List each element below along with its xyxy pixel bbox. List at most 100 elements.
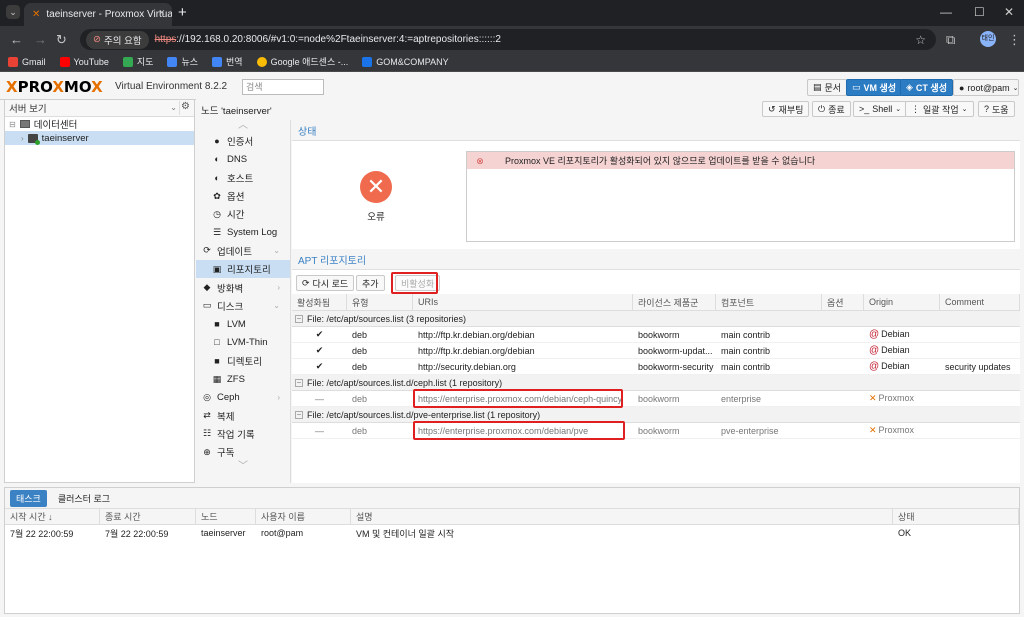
star-icon[interactable]: ☆ [915, 33, 926, 47]
table-row[interactable]: 7월 22 22:00:59 7월 22 22:00:59 taeinserve… [5, 525, 1019, 541]
menu-item-updates[interactable]: ⟳ 업데이트 ⌄ [196, 242, 290, 260]
menu-item-system-log[interactable]: ☰ System Log [196, 223, 290, 241]
collapse-icon[interactable]: − [295, 314, 303, 323]
chevron-down-icon[interactable]: ⌄ [273, 301, 280, 310]
tab-search-button[interactable]: ⌄ [6, 5, 20, 19]
menu-item-firewall[interactable]: ◆ 방화벽 › [196, 278, 290, 296]
menu-item-lvm[interactable]: ■ LVM [196, 315, 290, 333]
column-header[interactable]: 컴포넌트 [716, 294, 822, 310]
view-selector[interactable]: 서버 보기 ⌄ ⚙ [5, 100, 194, 117]
menu-item-repositories[interactable]: ▣ 리포지토리 [196, 260, 290, 279]
bookmark-gomcompany[interactable]: GOM&COMPANY [362, 56, 449, 67]
browser-tab[interactable]: ✕ taeinserver - Proxmox Virtual E × [24, 3, 172, 26]
profile-avatar[interactable]: 태인 [980, 31, 996, 47]
menu-item-hosts[interactable]: ◐ 호스트 [196, 169, 290, 187]
column-header[interactable]: Origin [864, 294, 940, 310]
column-header[interactable]: 종료 시간 [100, 509, 196, 524]
scroll-up-icon[interactable]: ︿ [196, 120, 290, 132]
menu-item-directory[interactable]: ■ 디렉토리 [196, 352, 290, 370]
chevron-right-icon[interactable]: › [277, 283, 280, 292]
column-header[interactable]: URIs [413, 294, 633, 310]
gear-icon[interactable]: ⚙ [179, 101, 191, 115]
back-arrow-icon[interactable]: ← [10, 32, 23, 47]
bookmark-translate[interactable]: 번역 [212, 55, 243, 68]
menu-item-options[interactable]: ✿ 옵션 [196, 187, 290, 205]
close-tab-icon[interactable]: × [159, 7, 165, 19]
tab-cluster-log[interactable]: 클러스터 로그 [52, 490, 116, 507]
table-row[interactable]: ✔ deb http://security.debian.org bookwor… [292, 359, 1020, 375]
new-tab-button[interactable]: + [178, 4, 187, 21]
forward-arrow-icon[interactable]: → [34, 32, 47, 47]
bookmark-adsense[interactable]: Google 애드센스 -... [256, 55, 348, 68]
menu-item-time[interactable]: ◷ 시간 [196, 205, 290, 223]
help-button[interactable]: ? 도움 [978, 101, 1015, 117]
reload-icon[interactable]: ↻ [56, 32, 67, 48]
close-window-button[interactable]: ✕ [1004, 5, 1014, 19]
menu-item-certificates[interactable]: ● 인증서 [196, 132, 290, 150]
column-header[interactable]: 상태 [893, 509, 1019, 524]
collapse-icon[interactable]: − [295, 378, 303, 387]
menu-item-subscription[interactable]: ⊕ 구독 [196, 443, 290, 461]
book-icon: ▤ [813, 82, 822, 92]
docs-button[interactable]: ▤ 문서 [807, 79, 848, 96]
chevron-down-icon: ⌄ [961, 106, 968, 113]
table-row[interactable]: ✔ deb http://ftp.kr.debian.org/debian bo… [292, 327, 1020, 343]
user-menu-button[interactable]: ● root@pam ⌄ [953, 79, 1019, 96]
collapse-toggle-icon[interactable]: ⊟ [9, 120, 16, 129]
column-header[interactable]: 설명 [351, 509, 893, 524]
bookmark-maps[interactable]: 지도 [122, 55, 153, 68]
column-header[interactable]: 옵션 [822, 294, 864, 310]
create-vm-button[interactable]: ▭ VM 생성 [846, 79, 903, 96]
expand-toggle-icon[interactable]: › [21, 134, 24, 143]
menu-item-dns[interactable]: ◐ DNS [196, 150, 290, 168]
column-header[interactable]: 라이선스 제품군 [633, 294, 716, 310]
minimize-button[interactable]: — [940, 5, 952, 19]
table-row[interactable]: — deb https://enterprise.proxmox.com/deb… [292, 389, 1020, 408]
add-button[interactable]: 추가 [356, 275, 385, 291]
extensions-icon[interactable]: ⧉ [946, 32, 955, 48]
reload-button[interactable]: ⟳ 다시 로드 [296, 275, 355, 291]
file-group-pve-enterprise-list[interactable]: − File: /etc/apt/sources.list.d/pve-enter… [292, 407, 1020, 423]
bookmark-gmail[interactable]: Gmail [8, 56, 46, 67]
create-ct-button[interactable]: ◈ CT 생성 [900, 79, 953, 96]
column-header[interactable]: 유형 [347, 294, 413, 310]
bookmark-youtube[interactable]: YouTube [59, 56, 109, 67]
table-row[interactable]: — deb https://enterprise.proxmox.com/deb… [292, 421, 1020, 440]
shell-button[interactable]: >_ Shell ⌄ [853, 101, 908, 117]
menu-item-lvm-thin[interactable]: □ LVM-Thin [196, 333, 290, 351]
menu-item-ceph[interactable]: ◎ Ceph › [196, 388, 290, 406]
scroll-down-icon[interactable]: ﹀ [196, 461, 290, 473]
menu-item-task-history[interactable]: ☷ 작업 기록 [196, 425, 290, 443]
column-header[interactable]: 사용자 이름 [256, 509, 351, 524]
bulk-actions-button[interactable]: ⋮ 일괄 작업 ⌄ [905, 101, 974, 117]
column-header[interactable]: 시작 시간 ↓ [5, 509, 100, 524]
menu-item-replication[interactable]: ⇄ 복제 [196, 406, 290, 424]
bookmark-news[interactable]: 뉴스 [167, 55, 198, 68]
reload-label: 다시 로드 [312, 278, 349, 289]
column-header[interactable]: 노드 [196, 509, 256, 524]
file-group-ceph-list[interactable]: − File: /etc/apt/sources.list.d/ceph.list… [292, 375, 1020, 391]
search-input[interactable]: 검색 [242, 79, 324, 95]
chevron-down-icon[interactable]: ⌄ [273, 246, 280, 255]
menu-item-zfs[interactable]: ▦ ZFS [196, 370, 290, 388]
address-bar[interactable]: ⊘ 주의 요함 https://192.168.0.20:8006/#v1:0:… [80, 29, 936, 50]
table-row[interactable]: ✔ deb http://ftp.kr.debian.org/debian bo… [292, 343, 1020, 359]
column-header[interactable]: Comment [940, 294, 1020, 310]
column-header[interactable]: 활성화됨 [292, 294, 347, 310]
browser-menu-icon[interactable]: ⋮ [1008, 32, 1021, 48]
origin-label: Proxmox [878, 393, 915, 403]
maps-icon [122, 56, 133, 67]
chevron-down-icon: ⌄ [170, 103, 177, 112]
file-group-sources-list[interactable]: − File: /etc/apt/sources.list (3 reposito… [292, 311, 1020, 327]
menu-item-disks[interactable]: ▭ 디스크 ⌄ [196, 297, 290, 315]
collapse-icon[interactable]: − [295, 410, 303, 419]
maximize-button[interactable]: ☐ [974, 5, 985, 19]
tree-item-node[interactable]: › taeinserver [5, 131, 194, 145]
origin-label: Debian [881, 345, 910, 355]
tree-item-datacenter[interactable]: ⊟ 데이터센터 [5, 117, 194, 132]
reboot-button[interactable]: ↺ 재부팅 [762, 101, 810, 117]
tab-tasks[interactable]: 태스크 [10, 489, 47, 507]
security-chip[interactable]: ⊘ 주의 요함 [86, 30, 149, 49]
chevron-right-icon[interactable]: › [277, 393, 280, 402]
shutdown-button[interactable]: ⏻ 종료 [812, 101, 851, 117]
